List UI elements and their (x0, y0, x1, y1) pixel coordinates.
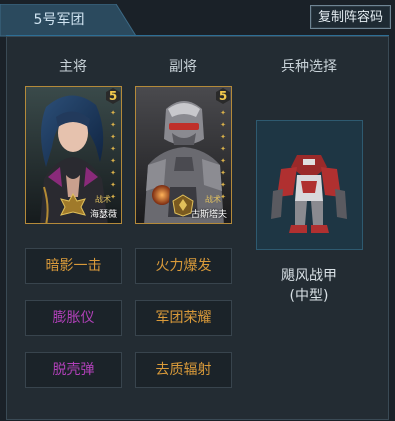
hero-name: 古斯塔夫 (190, 210, 227, 220)
tactic-emblem-icon (60, 193, 86, 216)
main-skill-1-button[interactable]: 暗影一击 (25, 248, 122, 284)
copy-lineup-code-button[interactable]: 复制阵容码 (310, 5, 391, 29)
star-rating-icon: ✦ ✦ ✦ ✦ ✦ ✦ ✦ ✦ (110, 109, 116, 201)
troop-name: 飓风战甲 (中型) (240, 266, 378, 306)
main-general-card[interactable]: 5 ✦ ✦ ✦ ✦ ✦ ✦ ✦ ✦ 战术 海瑟薇 (25, 86, 122, 224)
hero-name: 海瑟薇 (89, 210, 117, 220)
troop-card[interactable] (256, 120, 363, 250)
troop-name-line2: (中型) (289, 288, 329, 304)
legion-panel-root: 5号军团 复制阵容码 主将 副将 兵种选择 5 ✦ ✦ ✦ ✦ ✦ ✦ ✦ ✦ … (0, 0, 395, 421)
main-skill-2-button[interactable]: 膨胀仪 (25, 300, 122, 336)
vice-skill-1-button[interactable]: 火力爆发 (135, 248, 232, 284)
star-rating-icon: ✦ ✦ ✦ ✦ ✦ ✦ ✦ ✦ (220, 109, 226, 201)
troop-name-line1: 飓风战甲 (281, 268, 337, 284)
hero-tactic-label: 战术 (95, 195, 111, 204)
main-skill-3-button[interactable]: 脱壳弹 (25, 352, 122, 388)
vice-general-card[interactable]: 5 ✦ ✦ ✦ ✦ ✦ ✦ ✦ ✦ 战术 古斯塔夫 (135, 86, 232, 224)
vice-general-heading: 副将 (169, 59, 197, 75)
legion-tab[interactable]: 5号军团 (0, 4, 137, 37)
troop-select-heading: 兵种选择 (281, 59, 337, 75)
hero-tactic-label: 战术 (205, 195, 221, 204)
vice-skill-2-button[interactable]: 军团荣耀 (135, 300, 232, 336)
mech-unit-icon (257, 121, 362, 249)
vice-skill-3-button[interactable]: 去质辐射 (135, 352, 232, 388)
tab-label: 5号军团 (33, 12, 85, 28)
main-general-heading: 主将 (59, 59, 87, 75)
